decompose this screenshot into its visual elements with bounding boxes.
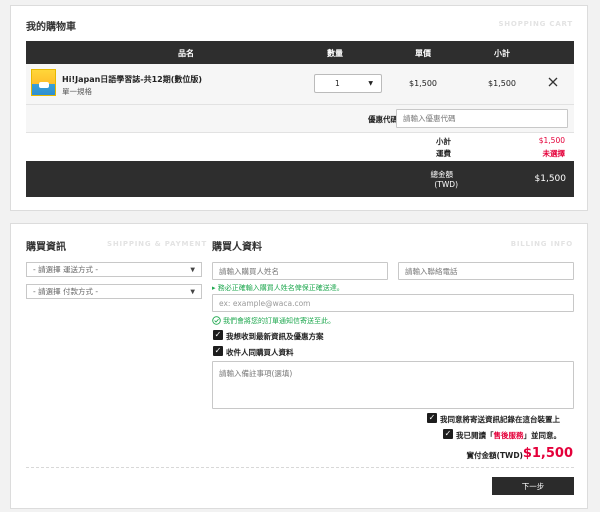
- buyer-name-input[interactable]: 請輸入購買人姓名: [212, 262, 388, 280]
- col-unit-price-header: 單價: [415, 49, 431, 58]
- product-name[interactable]: Hi!Japan日語學習誌-共12期(數位版): [62, 74, 202, 85]
- quantity-value: 1: [335, 79, 340, 88]
- line-subtotal: $1,500: [488, 79, 516, 88]
- col-name-header: 品名: [178, 49, 194, 58]
- summary-shipping-label: 運費: [436, 149, 451, 158]
- product-thumbnail[interactable]: [31, 69, 56, 96]
- pay-amount-label: 實付金額(TWD): [466, 451, 523, 460]
- total-value: $1,500: [534, 174, 567, 184]
- shipping-method-value: - 請選擇 運送方式 -: [33, 265, 99, 274]
- same-recipient-label[interactable]: 收件人同購買人資料: [226, 347, 294, 358]
- newsletter-checkbox[interactable]: ✓: [213, 330, 223, 340]
- agree-terms-checkbox[interactable]: ✓: [443, 429, 453, 439]
- col-subtotal-header: 小計: [494, 49, 510, 58]
- summary-subtotal-value: $1,500: [538, 136, 565, 145]
- email-hint: 我們會將您的訂單通知信寄送至此。: [223, 317, 335, 325]
- after-sales-service-link[interactable]: 售後服務: [494, 431, 524, 440]
- payment-method-select[interactable]: - 請選擇 付款方式 - ▼: [26, 284, 202, 299]
- order-note-textarea[interactable]: 請輸入備註事項(選填): [212, 361, 574, 409]
- next-step-button[interactable]: 下一步: [492, 477, 574, 495]
- agree-terms-label: 我已閱讀「售後服務」並同意。: [456, 430, 561, 441]
- chevron-down-icon: ▼: [190, 266, 195, 273]
- col-qty-header: 數量: [327, 49, 343, 58]
- agree-terms-suffix: 」並同意。: [523, 431, 562, 440]
- same-recipient-checkbox[interactable]: ✓: [213, 346, 223, 356]
- email-input[interactable]: ex: example@waca.com: [212, 294, 574, 312]
- product-variant: 單一規格: [62, 87, 92, 96]
- unit-price: $1,500: [409, 79, 437, 88]
- buyer-phone-input[interactable]: 請輸入聯絡電話: [398, 262, 574, 280]
- total-label: 總金額: [430, 170, 454, 179]
- check-circle-icon: [212, 316, 221, 325]
- purchase-ghost-title: SHIPPING & PAYMENT: [107, 240, 208, 248]
- cart-table-header: 品名 數量 單價 小計: [26, 41, 574, 64]
- agree-store-checkbox[interactable]: ✓: [427, 413, 437, 423]
- shipping-method-select[interactable]: - 請選擇 運送方式 - ▼: [26, 262, 202, 277]
- newsletter-label[interactable]: 我想收到最新資訊及優惠方案: [226, 331, 324, 342]
- coupon-label: 優惠代碼: [368, 115, 398, 124]
- shopping-cart-panel: 我的購物車 SHOPPING CART 品名 數量 單價 小計 Hi!Japan…: [10, 5, 588, 211]
- summary-shipping-value: 未選擇: [542, 149, 566, 158]
- close-icon[interactable]: [546, 75, 560, 89]
- divider: [26, 467, 574, 468]
- pay-amount-value: $1,500: [522, 446, 573, 461]
- quantity-select[interactable]: 1 ▼: [314, 74, 382, 93]
- cart-item-row: Hi!Japan日語學習誌-共12期(數位版) 單一規格 1 ▼ $1,500 …: [26, 64, 574, 105]
- summary-subtotal-label: 小計: [436, 137, 451, 146]
- payment-method-value: - 請選擇 付款方式 -: [33, 287, 99, 296]
- agree-terms-prefix: 我已閱讀「: [456, 431, 494, 440]
- cart-title: 我的購物車: [26, 22, 76, 33]
- coupon-input[interactable]: 請輸入優惠代碼: [396, 109, 568, 128]
- cart-ghost-title: SHOPPING CART: [498, 20, 573, 28]
- agree-store-label[interactable]: 我同意將寄送資訊記錄在這台裝置上: [440, 414, 560, 425]
- chevron-down-icon: ▼: [368, 80, 373, 87]
- purchase-title: 購買資訊: [26, 242, 66, 253]
- chevron-down-icon: ▼: [190, 288, 195, 295]
- total-currency: (TWD): [434, 180, 458, 189]
- name-hint: ▸ 務必正確輸入購買人姓名俾保正確送達。: [212, 284, 344, 292]
- coupon-row: 優惠代碼 請輸入優惠代碼: [26, 105, 574, 133]
- total-bar: 總金額 (TWD) $1,500: [26, 161, 574, 197]
- buyer-title: 購買人資料: [212, 242, 262, 253]
- buyer-ghost-title: BILLING INFO: [510, 240, 573, 248]
- checkout-info-panel: 購買資訊 SHIPPING & PAYMENT - 請選擇 運送方式 - ▼ -…: [10, 223, 588, 509]
